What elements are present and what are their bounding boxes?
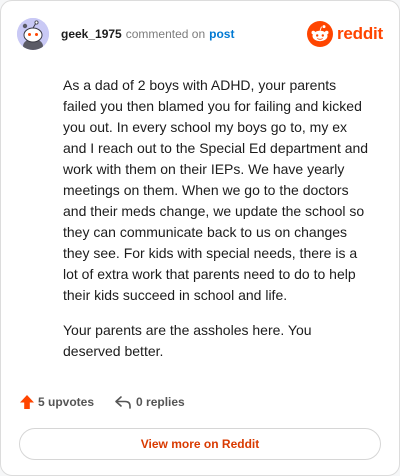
comment-footer: 5 upvotes 0 replies [19, 394, 185, 410]
author-name[interactable]: geek_1975 [61, 27, 122, 41]
upvote-arrow-icon[interactable] [19, 394, 35, 410]
comment-paragraph: As a dad of 2 boys with ADHD, your paren… [63, 77, 369, 303]
snoo-avatar-icon[interactable] [17, 18, 49, 50]
reddit-wordmark: reddit [336, 24, 383, 43]
comment-body: As a dad of 2 boys with ADHD, your paren… [63, 75, 373, 376]
reply-icon [115, 396, 131, 409]
comment-paragraph: Your parents are the assholes here. You … [63, 322, 312, 359]
reply-count: 0 replies [136, 395, 185, 409]
comment-meta: geek_1975 commented on post [61, 27, 234, 41]
comment-embed-card: geek_1975 commented on post reddit As a … [0, 0, 400, 476]
reply-button[interactable]: 0 replies [114, 394, 185, 410]
reddit-brand[interactable]: reddit [306, 21, 383, 47]
upvote-count: 5 upvotes [38, 395, 95, 409]
post-link[interactable]: post [209, 27, 234, 41]
action-text: commented on [125, 27, 206, 41]
reddit-logo-icon [306, 21, 333, 47]
view-more-button[interactable]: View more on Reddit [19, 428, 381, 460]
